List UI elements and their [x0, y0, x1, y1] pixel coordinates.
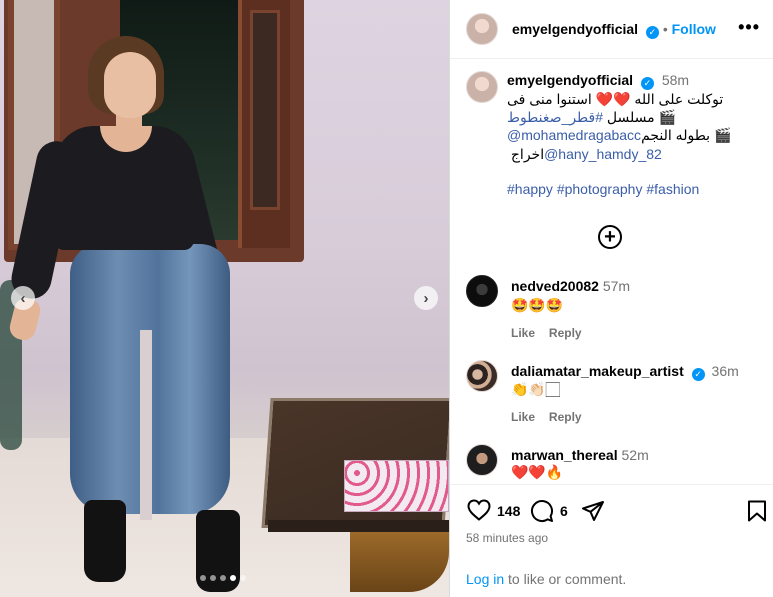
more-options-icon[interactable]: ••• [738, 18, 760, 36]
caption-line: اخراج @hany_hamdy_82 [507, 146, 662, 163]
post-timestamp: 58 minutes ago [466, 531, 549, 545]
carousel-next-button[interactable]: › [414, 286, 438, 310]
caption-line: @mohamedragabacc🎬 بطوله النجم [507, 127, 731, 144]
commenter-avatar[interactable] [466, 360, 498, 392]
mention-link[interactable]: @hany_hamdy_82 [544, 146, 662, 162]
post-viewer: ‹ › emyelgendyofficial ✓ • Follow ••• em… [0, 0, 773, 597]
caption-text: 🎬 مسلسل [603, 109, 676, 125]
caption-line: 🎬 مسلسل #قطر_صغنطوط [507, 109, 676, 126]
like-comment-button[interactable]: Like [511, 326, 535, 340]
hashtag-link[interactable]: #fashion [646, 181, 699, 197]
share-icon[interactable] [581, 499, 605, 523]
window-shutter [238, 0, 290, 248]
carousel-dot[interactable] [210, 575, 216, 581]
caption-author-avatar[interactable] [466, 71, 498, 103]
reply-comment-button[interactable]: Reply [549, 410, 582, 424]
gift-box [344, 460, 449, 512]
comments-count[interactable]: 6 [560, 503, 568, 519]
comment-username[interactable]: nedved20082 [511, 278, 599, 294]
table-edge [268, 520, 449, 532]
hashtag-link[interactable]: #photography [557, 181, 643, 197]
like-comment-button[interactable]: Like [511, 410, 535, 424]
comments-scroll-area[interactable]: emyelgendyofficial ✓ 58m توكلت على الله … [450, 59, 773, 484]
author-avatar[interactable] [466, 13, 498, 45]
caption-text: 🎬 بطوله النجم [641, 127, 732, 143]
login-prompt-text: to like or comment. [504, 571, 627, 587]
person-left-boot [84, 500, 126, 582]
carousel-dot[interactable] [220, 575, 226, 581]
caption-time: 58m [661, 72, 690, 88]
post-photo[interactable]: ‹ › [0, 0, 449, 597]
comment-username[interactable]: marwan_thereal [511, 447, 618, 463]
author-username[interactable]: emyelgendyofficial [512, 21, 638, 37]
commenter-avatar[interactable] [466, 275, 498, 307]
caption-text: اخراج [507, 146, 545, 162]
caption-author-username[interactable]: emyelgendyofficial [507, 72, 633, 88]
chevron-left-icon: ‹ [20, 289, 26, 307]
carousel-dots [200, 575, 246, 581]
verified-icon: ✓ [640, 77, 654, 90]
mention-link[interactable]: @mohamedragabacc [507, 127, 641, 143]
comment-username[interactable]: daliamatar_makeup_artist [511, 363, 684, 379]
chevron-right-icon: › [423, 289, 429, 307]
verified-icon: ✓ [691, 368, 705, 381]
bookmark-icon[interactable] [747, 500, 767, 522]
login-link[interactable]: Log in [466, 571, 504, 587]
post-side-panel: emyelgendyofficial ✓ • Follow ••• emyelg… [449, 0, 773, 597]
verified-icon: ✓ [645, 26, 659, 39]
person-face [104, 52, 156, 118]
comment-time: 52m [621, 447, 649, 463]
dot-separator: • [662, 21, 672, 37]
comment-text: 🤩🤩🤩 [511, 297, 564, 313]
commenter-avatar[interactable] [466, 444, 498, 476]
comment-icon[interactable] [530, 499, 554, 523]
carousel-dot-active[interactable] [230, 575, 236, 581]
carousel-dot[interactable] [200, 575, 206, 581]
carousel-dot[interactable] [240, 575, 246, 581]
caption-hashtag-link[interactable]: #قطر_صغنطوط [507, 109, 603, 125]
follow-button[interactable]: Follow [672, 21, 716, 37]
caption-hashtags: #happy #photography #fashion [507, 181, 699, 197]
comment-text: ❤️❤️🔥 [511, 464, 564, 480]
login-prompt: Log in to like or comment. [466, 571, 626, 587]
carousel-prev-button[interactable]: ‹ [11, 286, 35, 310]
comment-text: 👏👏🏻🏻 [511, 381, 560, 397]
post-header: emyelgendyofficial ✓ • Follow ••• [450, 0, 773, 59]
table-base [350, 532, 449, 592]
post-actions: 148 6 58 minutes ago Log in to like or c… [450, 484, 773, 597]
jeans-gap [140, 330, 152, 520]
reply-comment-button[interactable]: Reply [549, 326, 582, 340]
caption-line: توكلت على الله ❤️❤️ استنوا منى فى [507, 91, 724, 107]
plus-circle-icon[interactable]: ⊕+ [598, 225, 622, 249]
comment-time: 36m [711, 363, 739, 379]
comment-time: 57m [602, 278, 631, 294]
hashtag-link[interactable]: #happy [507, 181, 553, 197]
likes-count[interactable]: 148 [497, 503, 520, 519]
heart-icon[interactable] [467, 499, 491, 521]
